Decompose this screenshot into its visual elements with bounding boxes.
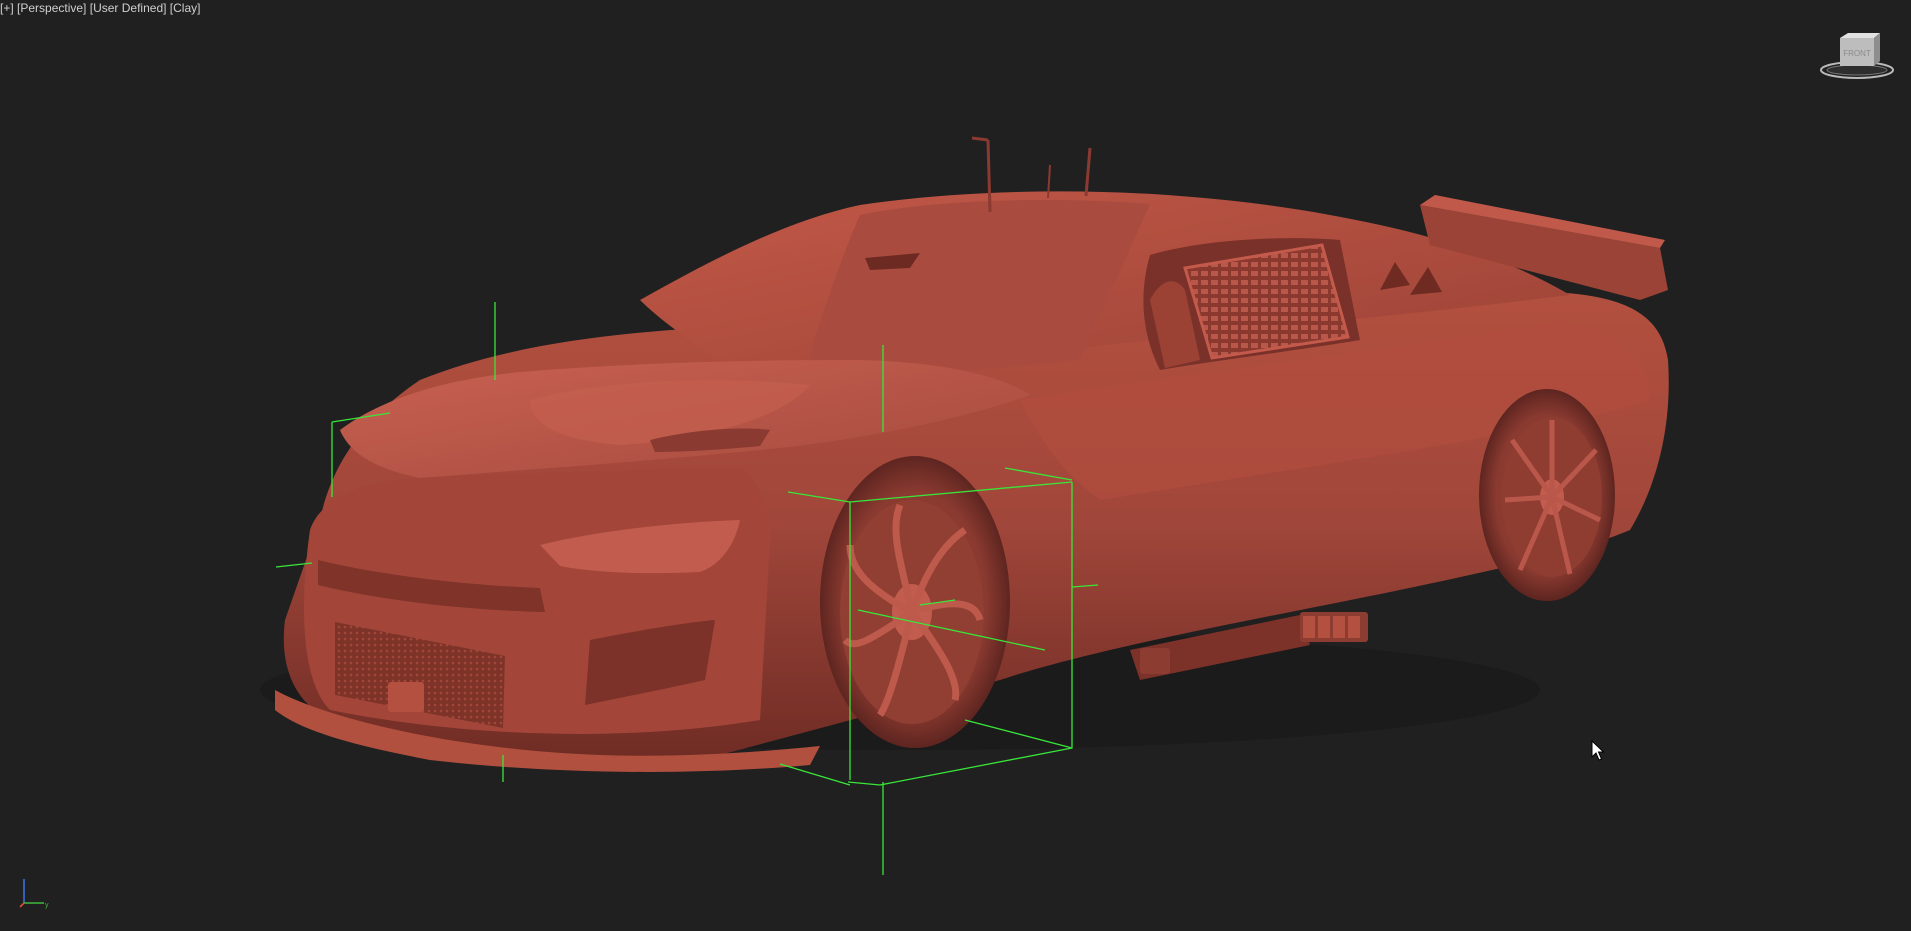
- front-wheel: [820, 456, 1010, 748]
- axis-y-label: y: [45, 902, 49, 909]
- viewcube-icon[interactable]: FRONT: [1818, 30, 1896, 80]
- viewcube-face-label: FRONT: [1843, 49, 1871, 58]
- 3d-viewport[interactable]: [+] [Perspective] [User Defined] [Clay]: [0, 0, 1911, 931]
- axis-tripod-icon: y: [19, 879, 49, 909]
- scene-canvas[interactable]: [0, 0, 1911, 931]
- rear-wheel: [1479, 389, 1615, 601]
- mouse-cursor-icon: [1591, 740, 1605, 761]
- race-car-model[interactable]: [260, 136, 1669, 772]
